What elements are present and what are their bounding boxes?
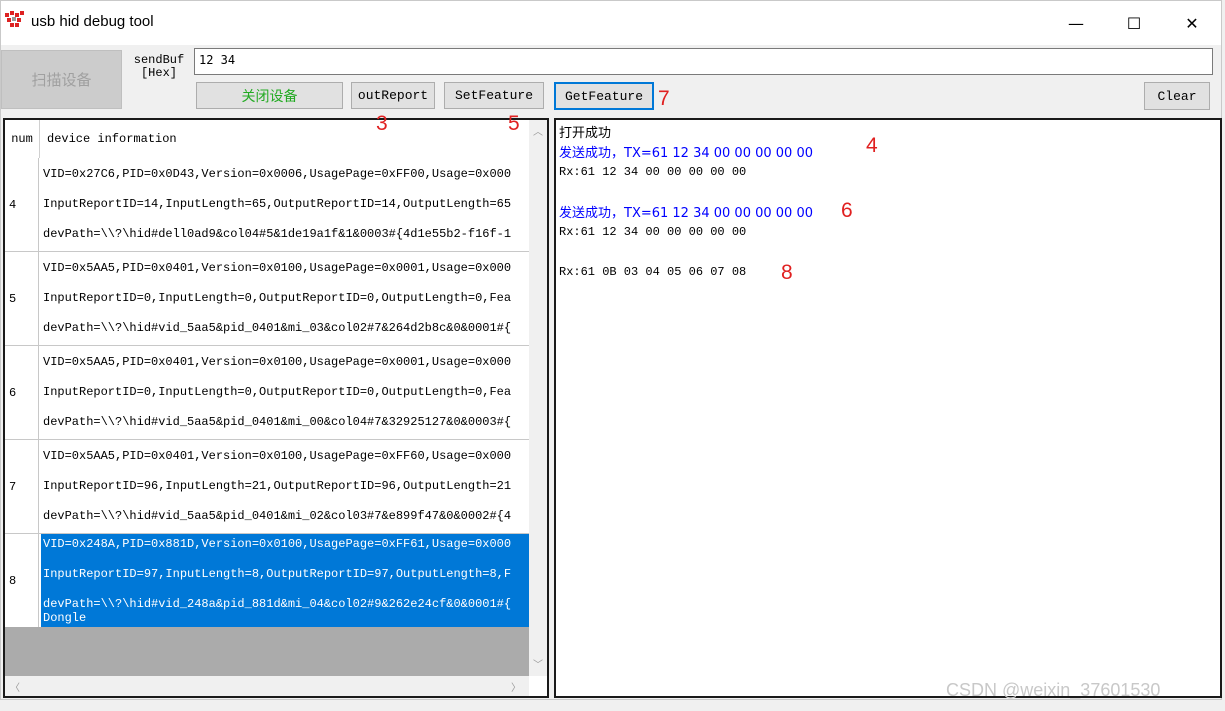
clear-button[interactable]: Clear	[1144, 82, 1210, 110]
row-vid-line: VID=0x248A,PID=0x881D,Version=0x0100,Usa…	[43, 537, 512, 551]
log-line-sent: 发送成功，TX=61 12 34 00 00 00 00 00	[559, 206, 814, 221]
table-row[interactable]: 4 VID=0x27C6,PID=0x0D43,Version=0x0006,U…	[5, 158, 529, 252]
header-device-info[interactable]: device information	[41, 120, 177, 158]
log-line-open: 打开成功	[559, 126, 612, 141]
close-device-button[interactable]: 关闭设备	[196, 82, 343, 109]
scroll-down-icon[interactable]: ﹀	[533, 656, 543, 671]
list-header: num device information	[5, 120, 529, 159]
annotation-4: 4	[866, 134, 878, 157]
close-icon: ✕	[1185, 13, 1199, 33]
row-num: 7	[5, 440, 39, 533]
horizontal-scrollbar[interactable]: 〈 〉	[5, 676, 529, 696]
annotation-7: 7	[658, 87, 670, 110]
row-vid-line: VID=0x27C6,PID=0x0D43,Version=0x0006,Usa…	[43, 167, 512, 181]
set-feature-button[interactable]: SetFeature	[444, 82, 544, 109]
row-num: 5	[5, 252, 39, 345]
row-info: VID=0x5AA5,PID=0x0401,Version=0x0100,Usa…	[41, 346, 529, 439]
sendbuf-input[interactable]: 12 34	[194, 48, 1213, 75]
scan-devices-button[interactable]: 扫描设备	[1, 50, 122, 109]
row-path-line: devPath=\\?\hid#vid_5aa5&pid_0401&mi_00&…	[43, 415, 512, 429]
scroll-left-icon[interactable]: 〈	[10, 679, 20, 694]
row-path-line: devPath=\\?\hid#vid_248a&pid_881d&mi_04&…	[43, 597, 512, 611]
annotation-5: 5	[508, 112, 520, 135]
window-title: usb hid debug tool	[31, 13, 154, 30]
log-output[interactable]: 打开成功 发送成功，TX=61 12 34 00 00 00 00 00 Rx:…	[554, 118, 1222, 698]
out-report-button[interactable]: outReport	[351, 82, 435, 109]
close-button[interactable]: ✕	[1163, 1, 1221, 45]
table-row[interactable]: 6 VID=0x5AA5,PID=0x0401,Version=0x0100,U…	[5, 346, 529, 440]
main-window: usb hid debug tool — ☐ ✕ 扫描设备 sendBuf [H…	[0, 0, 1222, 700]
watermark: CSDN @weixin_37601530	[946, 680, 1161, 700]
row-num: 6	[5, 346, 39, 439]
minimize-button[interactable]: —	[1047, 1, 1105, 45]
row-vid-line: VID=0x5AA5,PID=0x0401,Version=0x0100,Usa…	[43, 449, 512, 463]
sendbuf-label-line2: [Hex]	[140, 66, 177, 80]
maximize-icon: ☐	[1126, 13, 1142, 33]
row-vid-line: VID=0x5AA5,PID=0x0401,Version=0x0100,Usa…	[43, 355, 512, 369]
row-info: VID=0x27C6,PID=0x0D43,Version=0x0006,Usa…	[41, 158, 529, 251]
row-report-line: InputReportID=97,InputLength=8,OutputRep…	[43, 567, 512, 581]
device-list[interactable]: num device information 4 VID=0x27C6,PID=…	[3, 118, 549, 698]
row-info: VID=0x248A,PID=0x881D,Version=0x0100,Usa…	[41, 534, 529, 627]
annotation-6: 6	[841, 199, 853, 222]
row-path-line: devPath=\\?\hid#vid_5aa5&pid_0401&mi_03&…	[43, 321, 512, 335]
row-info: VID=0x5AA5,PID=0x0401,Version=0x0100,Usa…	[41, 440, 529, 533]
maximize-button[interactable]: ☐	[1105, 1, 1163, 45]
row-path-line: devPath=\\?\hid#dell0ad9&col04#5&1de19a1…	[43, 227, 512, 241]
row-report-line: InputReportID=14,InputLength=65,OutputRe…	[43, 197, 512, 211]
list-empty-area	[5, 627, 529, 676]
title-bar: usb hid debug tool — ☐ ✕	[1, 1, 1221, 45]
table-row[interactable]: 7 VID=0x5AA5,PID=0x0401,Version=0x0100,U…	[5, 440, 529, 534]
log-line-sent: 发送成功，TX=61 12 34 00 00 00 00 00	[559, 146, 814, 161]
scroll-right-icon[interactable]: 〉	[511, 679, 521, 694]
row-path-line: devPath=\\?\hid#vid_5aa5&pid_0401&mi_02&…	[43, 509, 512, 523]
device-list-viewport: num device information 4 VID=0x27C6,PID=…	[5, 120, 529, 676]
log-line-rx: Rx:61 12 34 00 00 00 00 00	[559, 225, 747, 239]
row-report-line: InputReportID=0,InputLength=0,OutputRepo…	[43, 291, 512, 305]
row-vid-line: VID=0x5AA5,PID=0x0401,Version=0x0100,Usa…	[43, 261, 512, 275]
table-row-selected[interactable]: 8 VID=0x248A,PID=0x881D,Version=0x0100,U…	[5, 534, 529, 628]
annotation-3: 3	[376, 112, 388, 135]
table-row[interactable]: 5 VID=0x5AA5,PID=0x0401,Version=0x0100,U…	[5, 252, 529, 346]
row-num: 8	[5, 534, 39, 627]
row-report-line: InputReportID=0,InputLength=0,OutputRepo…	[43, 385, 512, 399]
row-product-line: Dongle	[43, 611, 87, 625]
app-icon	[5, 11, 24, 27]
row-report-line: InputReportID=96,InputLength=21,OutputRe…	[43, 479, 512, 493]
get-feature-button[interactable]: GetFeature	[554, 82, 654, 110]
minimize-icon: —	[1068, 13, 1084, 33]
sendbuf-label: sendBuf [Hex]	[129, 54, 189, 80]
log-line-rx-feature: Rx:61 0B 03 04 05 06 07 08	[559, 265, 747, 279]
row-num: 4	[5, 158, 39, 251]
annotation-8: 8	[781, 261, 793, 284]
log-line-rx: Rx:61 12 34 00 00 00 00 00	[559, 165, 747, 179]
row-info: VID=0x5AA5,PID=0x0401,Version=0x0100,Usa…	[41, 252, 529, 345]
vertical-scrollbar[interactable]: ︿ ﹀	[529, 120, 547, 676]
header-num[interactable]: num	[5, 120, 40, 158]
scroll-up-icon[interactable]: ︿	[533, 123, 543, 138]
